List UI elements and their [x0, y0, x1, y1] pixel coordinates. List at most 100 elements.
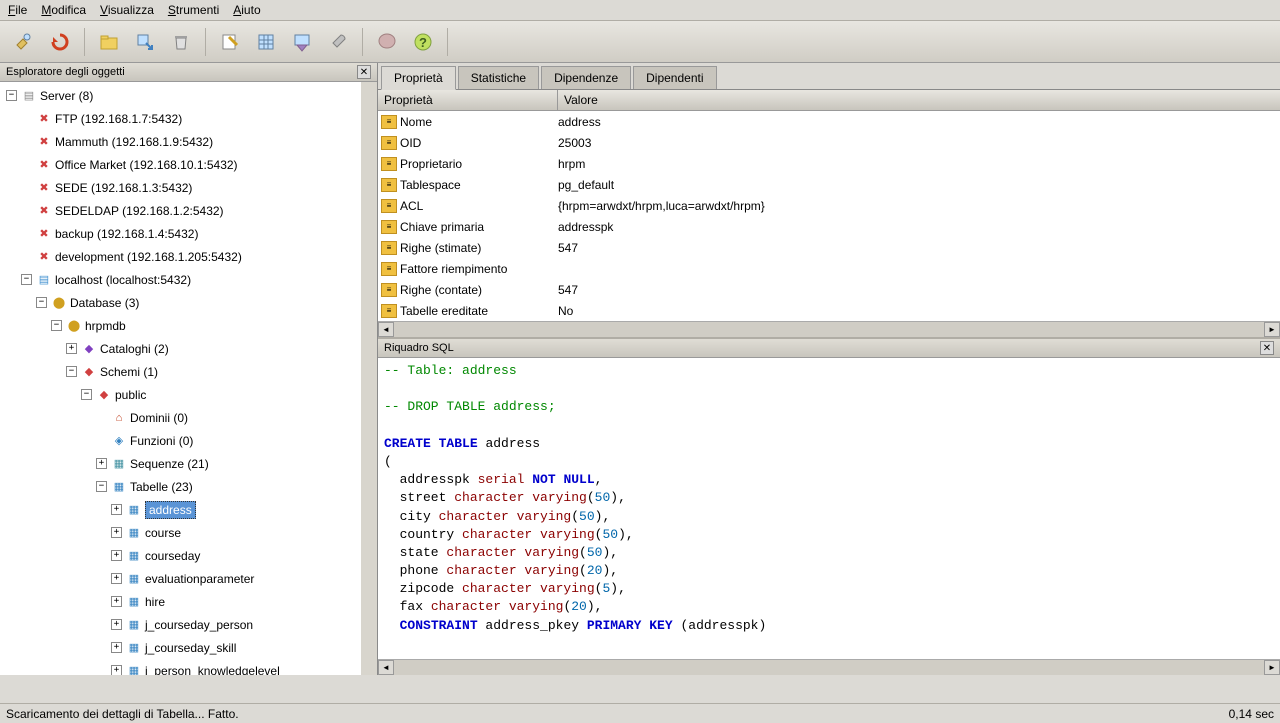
property-row[interactable]: ≡Nomeaddress — [378, 111, 1280, 132]
tree-table-item[interactable]: course — [145, 526, 181, 540]
tab-dependencies[interactable]: Dipendenze — [541, 66, 631, 89]
tree-table-item[interactable]: j_courseday_person — [145, 618, 253, 632]
tree-collapse-icon[interactable]: − — [6, 90, 17, 101]
scroll-right-icon[interactable]: ► — [1264, 322, 1280, 337]
scroll-right-icon[interactable]: ► — [1264, 660, 1280, 675]
sql-hscrollbar[interactable]: ◄ ► — [378, 659, 1280, 675]
menu-tools[interactable]: Strumenti — [168, 3, 219, 17]
tree-expand-icon[interactable]: + — [111, 619, 122, 630]
tree-public[interactable]: public — [115, 388, 146, 402]
tree-expand-icon[interactable]: + — [111, 596, 122, 607]
help-icon[interactable]: ? — [407, 26, 439, 58]
tree-server-item[interactable]: SEDE (192.168.1.3:5432) — [55, 181, 192, 195]
col-header-value[interactable]: Valore — [558, 90, 1280, 110]
tab-dependents[interactable]: Dipendenti — [633, 66, 716, 89]
tree-server-item[interactable]: development (192.168.1.205:5432) — [55, 250, 242, 264]
tree-expand-icon[interactable]: + — [111, 504, 122, 515]
tree-catalogs[interactable]: Cataloghi (2) — [100, 342, 169, 356]
properties-hscrollbar[interactable]: ◄ ► — [378, 321, 1280, 337]
menu-file[interactable]: File — [8, 3, 27, 17]
tree-scrollbar[interactable] — [361, 82, 377, 675]
tree-tables[interactable]: Tabelle (23) — [130, 480, 193, 494]
tree-expand-icon[interactable]: + — [96, 458, 107, 469]
database-icon: ⬤ — [66, 318, 82, 334]
tab-statistics[interactable]: Statistiche — [458, 66, 539, 89]
tree-server-item[interactable]: Office Market (192.168.10.1:5432) — [55, 158, 238, 172]
svg-text:?: ? — [419, 35, 427, 50]
tree-collapse-icon[interactable]: − — [66, 366, 77, 377]
grid-icon[interactable] — [250, 26, 282, 58]
tree-expand-icon[interactable]: + — [111, 665, 122, 675]
tree-databases[interactable]: Database (3) — [70, 296, 139, 310]
menu-help[interactable]: Aiuto — [233, 3, 260, 17]
property-value: No — [558, 304, 1280, 318]
col-header-property[interactable]: Proprietà — [378, 90, 558, 110]
tree-collapse-icon[interactable]: − — [36, 297, 47, 308]
tree-functions[interactable]: Funzioni (0) — [130, 434, 193, 448]
export-icon[interactable] — [129, 26, 161, 58]
property-row[interactable]: ≡Righe (contate)547 — [378, 279, 1280, 300]
tree-collapse-icon[interactable]: − — [81, 389, 92, 400]
close-icon[interactable]: ✕ — [1260, 341, 1274, 355]
property-row[interactable]: ≡Tablespacepg_default — [378, 174, 1280, 195]
tree-collapse-icon[interactable]: − — [21, 274, 32, 285]
tree-table-item[interactable]: hire — [145, 595, 165, 609]
property-row[interactable]: ≡Righe (stimate)547 — [378, 237, 1280, 258]
plug-icon[interactable] — [8, 26, 40, 58]
edit-icon[interactable] — [214, 26, 246, 58]
tree-table-address[interactable]: address — [145, 501, 196, 519]
tree-domains[interactable]: Dominii (0) — [130, 411, 188, 425]
property-icon: ≡ — [381, 157, 397, 171]
sequence-icon: ▦ — [111, 456, 127, 472]
status-text: Scaricamento dei dettagli di Tabella... … — [6, 707, 239, 721]
folder-icon[interactable] — [93, 26, 125, 58]
sql-editor[interactable]: -- Table: address -- DROP TABLE address;… — [378, 358, 1280, 659]
tree-schemas[interactable]: Schemi (1) — [100, 365, 158, 379]
property-row[interactable]: ≡Fattore riempimento — [378, 258, 1280, 279]
property-icon: ≡ — [381, 136, 397, 150]
brain-icon[interactable] — [371, 26, 403, 58]
tab-properties[interactable]: Proprietà — [381, 66, 456, 90]
object-tree[interactable]: −▤Server (8) ✖FTP (192.168.1.7:5432) ✖Ma… — [0, 82, 361, 675]
tree-expand-icon[interactable]: + — [111, 642, 122, 653]
tree-expand-icon[interactable]: + — [111, 527, 122, 538]
server-connected-icon: ▤ — [36, 272, 52, 288]
tree-servers[interactable]: Server (8) — [40, 89, 93, 103]
properties-grid: ≡Nomeaddress≡OID25003≡Proprietariohrpm≡T… — [378, 111, 1280, 321]
property-row[interactable]: ≡ACL{hrpm=arwdxt/hrpm,luca=arwdxt/hrpm} — [378, 195, 1280, 216]
tree-server-item[interactable]: SEDELDAP (192.168.1.2:5432) — [55, 204, 224, 218]
tree-expand-icon[interactable]: + — [111, 573, 122, 584]
tree-collapse-icon[interactable]: − — [96, 481, 107, 492]
tree-table-item[interactable]: courseday — [145, 549, 200, 563]
tree-server-item[interactable]: FTP (192.168.1.7:5432) — [55, 112, 182, 126]
tree-expand-icon[interactable]: + — [111, 550, 122, 561]
tree-server-item[interactable]: Mammuth (192.168.1.9:5432) — [55, 135, 213, 149]
table-icon: ▦ — [126, 594, 142, 610]
property-row[interactable]: ≡Tabelle ereditateNo — [378, 300, 1280, 321]
tree-expand-icon[interactable]: + — [66, 343, 77, 354]
wrench-icon[interactable] — [322, 26, 354, 58]
scroll-left-icon[interactable]: ◄ — [378, 322, 394, 337]
refresh-icon[interactable] — [44, 26, 76, 58]
table-icon: ▦ — [126, 617, 142, 633]
tree-table-item[interactable]: j_courseday_skill — [145, 641, 236, 655]
tree-server-item[interactable]: backup (192.168.1.4:5432) — [55, 227, 198, 241]
scroll-left-icon[interactable]: ◄ — [378, 660, 394, 675]
menu-edit[interactable]: Modifica — [41, 3, 86, 17]
property-row[interactable]: ≡OID25003 — [378, 132, 1280, 153]
tree-localhost[interactable]: localhost (localhost:5432) — [55, 273, 191, 287]
property-row[interactable]: ≡Proprietariohrpm — [378, 153, 1280, 174]
trash-icon[interactable] — [165, 26, 197, 58]
tree-sequences[interactable]: Sequenze (21) — [130, 457, 209, 471]
tree-collapse-icon[interactable]: − — [51, 320, 62, 331]
tree-table-item[interactable]: evaluationparameter — [145, 572, 254, 586]
tree-db-hrpmdb[interactable]: hrpmdb — [85, 319, 126, 333]
property-row[interactable]: ≡Chiave primariaaddresspk — [378, 216, 1280, 237]
menu-view[interactable]: Visualizza — [100, 3, 154, 17]
toolbar: ? — [0, 21, 1280, 63]
close-icon[interactable]: ✕ — [357, 65, 371, 79]
filter-icon[interactable] — [286, 26, 318, 58]
property-icon: ≡ — [381, 262, 397, 276]
property-value: hrpm — [558, 157, 1280, 171]
tree-table-item[interactable]: j_person_knowledgelevel — [145, 664, 280, 676]
